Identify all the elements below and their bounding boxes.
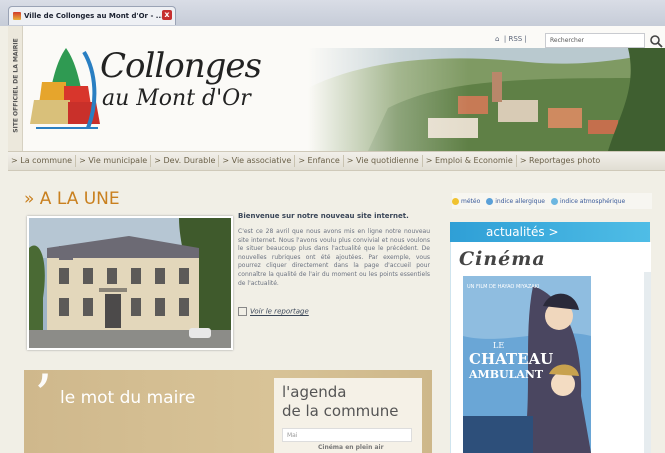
town-hall-photo[interactable] xyxy=(27,216,233,350)
nav-item-vie-associative[interactable]: > Vie associative xyxy=(219,155,296,167)
rss-label: RSS xyxy=(508,35,523,43)
village-header-photo xyxy=(308,48,665,151)
wordmark-line2: au Mont d'Or xyxy=(102,86,251,111)
site-header: SITE OFFICIEL DE LA MAIRIE Collonges au … xyxy=(8,26,665,151)
poster-title-chateau: CHATEAU xyxy=(469,350,553,368)
actualites-tab-label: actualités > xyxy=(486,225,559,239)
agenda-month-field[interactable]: Mai xyxy=(282,428,412,442)
favicon-icon xyxy=(13,12,21,20)
commune-logo-icon[interactable] xyxy=(26,42,104,130)
quote-icon: ’ xyxy=(34,362,53,430)
rss-link[interactable]: ⌂ | RSS | xyxy=(495,35,527,43)
home-icon[interactable]: ⌂ xyxy=(495,35,499,43)
quick-links: météo indice allergique indice atmosphér… xyxy=(452,193,652,209)
mot-du-maire-banner[interactable]: ’ le mot du maire l'agenda de la commune… xyxy=(24,362,432,453)
voir-reportage-label: Voir le reportage xyxy=(250,307,309,316)
agenda-event[interactable]: Cinéma en plein air xyxy=(318,444,384,451)
browser-tab[interactable]: Ville de Collonges au Mont d'Or - ... x xyxy=(8,6,176,25)
nav-item-vie-municipale[interactable]: > Vie municipale xyxy=(76,155,152,167)
nav-item-dev-durable[interactable]: > Dev. Durable xyxy=(151,155,220,167)
tab-title: Ville de Collonges au Mont d'Or - ... xyxy=(24,12,164,20)
air-icon xyxy=(550,197,558,205)
actualites-panel: Cinéma UN FILM DE HAYAO MIYAZAKI LE CHAT… xyxy=(450,242,651,453)
nav-item-emploi-economie[interactable]: > Emploi & Economie xyxy=(423,155,517,167)
voir-reportage-link[interactable]: Voir le reportage xyxy=(238,307,309,316)
mot-du-maire-title: le mot du maire xyxy=(60,388,196,408)
nav-item-enfance[interactable]: > Enfance xyxy=(295,155,344,167)
film-poster[interactable]: UN FILM DE HAYAO MIYAZAKI LE CHATEAU AMB… xyxy=(463,276,591,453)
welcome-body: C'est ce 28 avril que nous avons mis en … xyxy=(238,228,430,287)
poster-title-ambulant: AMBULANT xyxy=(468,368,544,381)
section-title: » A LA UNE xyxy=(24,189,120,209)
search-input[interactable]: Rechercher xyxy=(545,33,645,48)
actualites-tab[interactable]: actualités > xyxy=(450,222,650,242)
quick-link-atmospherique-label: indice atmosphérique xyxy=(559,197,626,205)
header-tools: ⌂ | RSS | Rechercher xyxy=(493,32,665,50)
browser-tab-bar: Ville de Collonges au Mont d'Or - ... x xyxy=(0,0,665,26)
cinema-heading: Cinéma xyxy=(459,248,546,270)
main-nav: > La commune > Vie municipale > Dev. Dur… xyxy=(8,151,665,171)
pollen-icon xyxy=(486,197,494,205)
agenda-title-line1: l'agenda xyxy=(282,383,347,401)
quick-link-indice-allergique[interactable]: indice allergique xyxy=(486,197,545,205)
quick-link-indice-atmospherique[interactable]: indice atmosphérique xyxy=(550,197,626,205)
agenda-box: l'agenda de la commune Mai Cinéma en ple… xyxy=(274,378,422,453)
close-tab-icon[interactable]: x xyxy=(162,10,172,20)
nav-item-la-commune[interactable]: > La commune xyxy=(8,155,77,167)
sun-icon xyxy=(452,197,459,205)
agenda-title-line2: de la commune xyxy=(282,402,399,420)
nav-item-reportages-photo[interactable]: > Reportages photo xyxy=(517,155,603,167)
quick-link-meteo-label: météo xyxy=(461,197,481,205)
welcome-heading: Bienvenue sur notre nouveau site interne… xyxy=(238,212,409,220)
quick-link-meteo[interactable]: météo xyxy=(452,197,481,205)
panel-scrollbar[interactable] xyxy=(644,272,651,453)
poster-credit: UN FILM DE HAYAO MIYAZAKI xyxy=(467,284,539,290)
quick-link-allergique-label: indice allergique xyxy=(495,197,545,205)
poster-title-le: LE xyxy=(493,341,504,350)
wordmark-line1: Collonges xyxy=(100,46,262,86)
vertical-site-label-text: SITE OFFICIEL DE LA MAIRIE xyxy=(12,38,20,133)
nav-item-vie-quotidienne[interactable]: > Vie quotidienne xyxy=(344,155,423,167)
vertical-site-label: SITE OFFICIEL DE LA MAIRIE xyxy=(8,26,23,151)
search-icon[interactable] xyxy=(649,34,663,48)
link-arrow-icon xyxy=(238,307,247,316)
